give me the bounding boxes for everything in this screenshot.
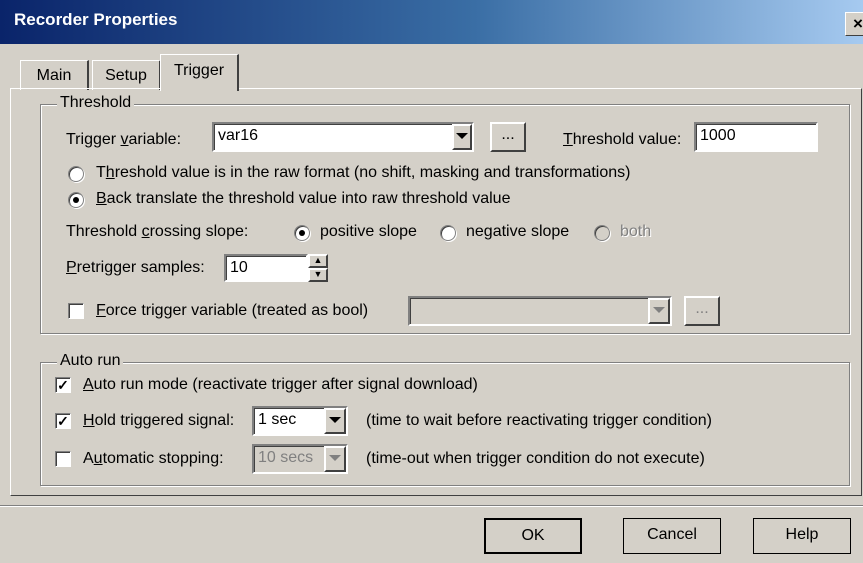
slope-both-radio[interactable] bbox=[594, 225, 610, 241]
close-icon: × bbox=[853, 14, 863, 33]
auto-stop-label: Automatic stopping: bbox=[83, 450, 224, 467]
hold-signal-label: Hold triggered signal: bbox=[83, 412, 235, 429]
auto-run-label: Auto run mode (reactivate trigger after … bbox=[83, 376, 478, 393]
slope-both-label: both bbox=[620, 223, 652, 240]
hold-duration-dropdown[interactable] bbox=[324, 408, 346, 434]
radio-selected-dot bbox=[299, 230, 305, 236]
back-translate-radio[interactable] bbox=[68, 192, 84, 208]
force-trigger-label: Force trigger variable (treated as bool) bbox=[96, 302, 369, 319]
tab-setup-label: Setup bbox=[105, 67, 147, 84]
slope-label: Threshold crossing slope: bbox=[66, 223, 249, 240]
force-trigger-browse-button[interactable]: ... bbox=[684, 296, 720, 326]
cancel-button[interactable]: Cancel bbox=[623, 518, 721, 554]
slope-negative-label: negative slope bbox=[466, 223, 570, 240]
radio-selected-dot bbox=[73, 197, 79, 203]
close-button[interactable]: × bbox=[845, 12, 863, 36]
pretrigger-input[interactable]: 10 bbox=[224, 254, 308, 282]
help-button[interactable]: Help bbox=[753, 518, 851, 554]
raw-format-label: Threshold value is in the raw format (no… bbox=[96, 164, 631, 181]
threshold-value-text: 1000 bbox=[700, 127, 736, 144]
auto-run-checkbox[interactable]: ✓ bbox=[55, 377, 71, 393]
pretrigger-value: 10 bbox=[230, 259, 248, 276]
trigger-variable-dropdown[interactable] bbox=[452, 124, 472, 150]
tab-trigger-label: Trigger bbox=[173, 62, 225, 79]
force-trigger-checkbox[interactable] bbox=[68, 303, 84, 319]
auto-stop-value: 10 secs bbox=[258, 449, 314, 466]
threshold-group-label: Threshold bbox=[57, 94, 135, 112]
chevron-up-icon: ▲ bbox=[313, 255, 323, 265]
auto-stop-description: (time-out when trigger condition do not … bbox=[366, 450, 705, 467]
tab-setup[interactable]: Setup bbox=[92, 60, 161, 90]
chevron-down-icon bbox=[329, 455, 341, 461]
trigger-variable-label: Trigger variable: bbox=[66, 131, 182, 148]
trigger-variable-value: var16 bbox=[218, 127, 259, 144]
chevron-down-icon bbox=[456, 133, 468, 139]
slope-negative-radio[interactable] bbox=[440, 225, 456, 241]
tab-main[interactable]: Main bbox=[20, 60, 89, 90]
window-title: Recorder Properties bbox=[14, 10, 178, 29]
raw-format-radio[interactable] bbox=[68, 166, 84, 182]
threshold-value-input[interactable]: 1000 bbox=[694, 122, 818, 152]
slope-positive-label: positive slope bbox=[320, 223, 417, 240]
autorun-group-label: Auto run bbox=[57, 352, 124, 370]
threshold-value-label: Threshold value: bbox=[563, 131, 682, 148]
chevron-down-icon: ▼ bbox=[313, 269, 323, 279]
pretrigger-down-button[interactable]: ▼ bbox=[308, 268, 328, 282]
ok-button[interactable]: OK bbox=[484, 518, 582, 554]
chevron-down-icon bbox=[329, 417, 341, 423]
hold-description: (time to wait before reactivating trigge… bbox=[366, 412, 712, 429]
trigger-variable-browse-button[interactable]: ... bbox=[490, 122, 526, 152]
force-trigger-select[interactable] bbox=[408, 296, 672, 326]
force-trigger-dropdown[interactable] bbox=[648, 298, 670, 324]
tab-main-label: Main bbox=[36, 67, 72, 84]
pretrigger-label: Pretrigger samples: bbox=[66, 259, 205, 276]
pretrigger-up-button[interactable]: ▲ bbox=[308, 254, 328, 268]
tab-trigger[interactable]: Trigger bbox=[160, 54, 239, 91]
trigger-variable-select[interactable]: var16 bbox=[212, 122, 474, 152]
chevron-down-icon bbox=[653, 307, 665, 313]
auto-stop-dropdown[interactable] bbox=[324, 446, 346, 472]
auto-stop-checkbox[interactable] bbox=[55, 451, 71, 467]
checkmark-icon: ✓ bbox=[57, 377, 69, 393]
back-translate-label: Back translate the threshold value into … bbox=[96, 190, 511, 207]
hold-duration-value: 1 sec bbox=[258, 411, 297, 428]
separator bbox=[0, 505, 863, 507]
checkmark-icon: ✓ bbox=[57, 413, 69, 429]
slope-positive-radio[interactable] bbox=[294, 225, 310, 241]
hold-signal-checkbox[interactable]: ✓ bbox=[55, 413, 71, 429]
